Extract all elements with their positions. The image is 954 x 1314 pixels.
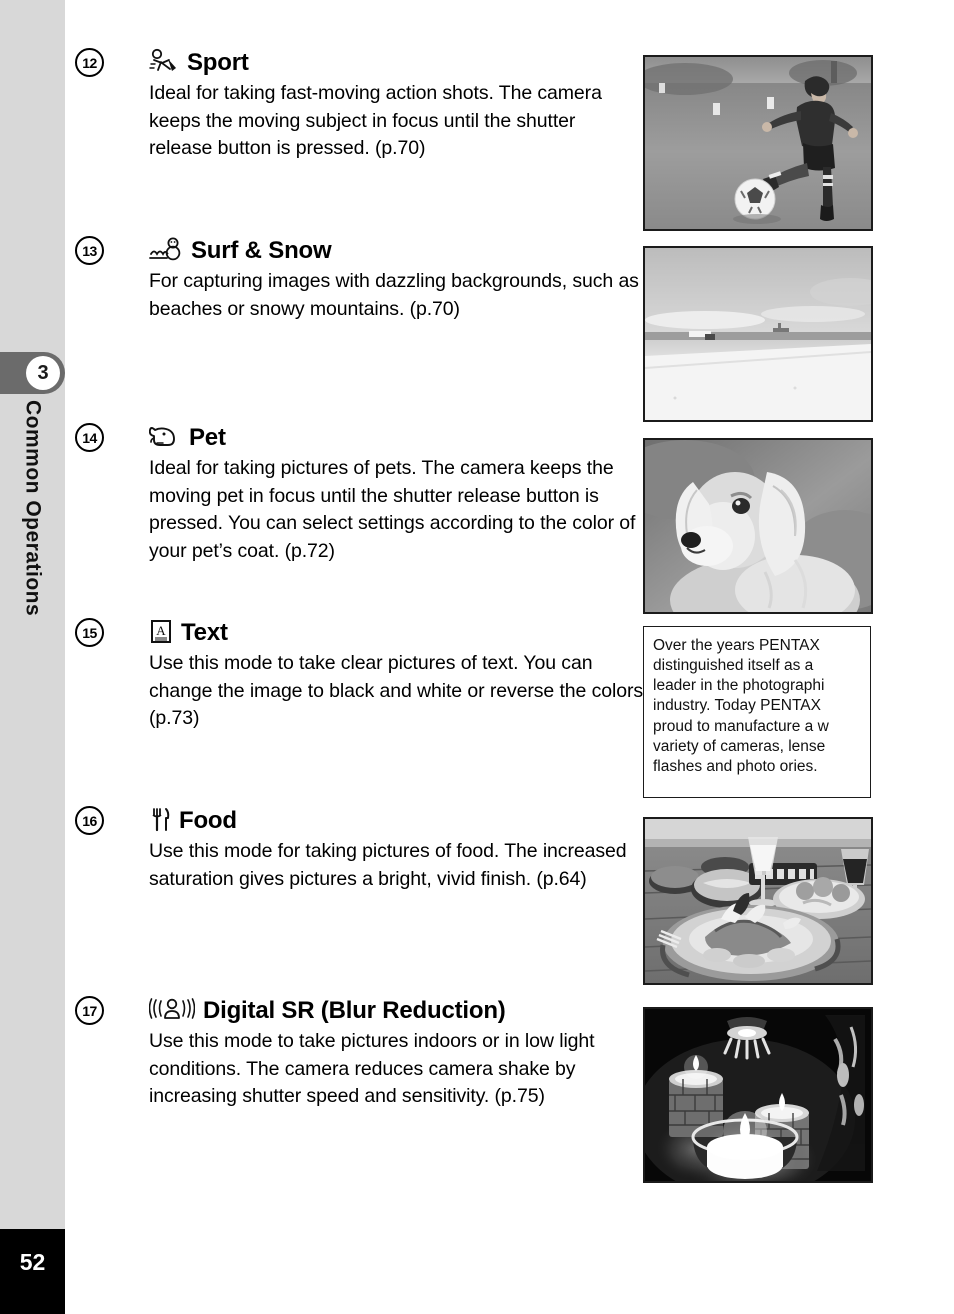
entry-title: Text	[181, 619, 228, 646]
entry-title: Surf & Snow	[191, 237, 332, 264]
entry-heading: Pet	[148, 423, 649, 454]
blur-reduction-person-icon	[148, 996, 196, 1027]
entry-heading: Sport	[149, 48, 639, 78]
fork-knife-icon	[149, 806, 171, 837]
entry-description: Ideal for taking fast-moving action shot…	[149, 82, 602, 160]
entry-body: Food Use this mode for taking pictures o…	[149, 806, 639, 893]
entry-description: Use this mode to take pictures indoors o…	[149, 1030, 595, 1108]
entry-heading: Surf & Snow	[149, 236, 639, 266]
entry-body: Surf & Snow For capturing images with da…	[149, 236, 639, 323]
photo-food	[643, 817, 873, 985]
entry-number: 15	[75, 618, 104, 647]
photo-text-sample: Over the years PENTAX distinguished itsel…	[643, 626, 871, 798]
entry-description: Ideal for taking pictures of pets. The c…	[149, 457, 636, 563]
entry-heading: A Text	[149, 618, 649, 648]
chapter-tab: 3	[0, 352, 65, 394]
photo-surf-snow	[643, 246, 873, 422]
entry-title: Sport	[187, 49, 249, 76]
entry-number: 17	[75, 996, 104, 1025]
entry-heading: Food	[149, 806, 639, 836]
entry-title: Digital SR (Blur Reduction)	[203, 997, 506, 1024]
text-sample-line: industry. Today PENTAX	[653, 697, 821, 715]
entry-description: Use this mode to take clear pictures of …	[149, 652, 649, 730]
entry-body: A Text Use this mode to take clear pictu…	[149, 618, 649, 733]
entry-description: Use this mode for taking pictures of foo…	[149, 840, 627, 890]
entry-number: 12	[75, 48, 104, 77]
chapter-sidebar: 3 Common Operations 52	[0, 0, 65, 1314]
photo-sport	[643, 55, 873, 231]
page-number: 52	[19, 1249, 46, 1275]
running-person-icon	[149, 48, 179, 79]
photo-digital-sr	[643, 1007, 873, 1183]
chapter-title: Common Operations	[0, 400, 65, 820]
entry-heading: Digital SR (Blur Reduction)	[148, 996, 659, 1027]
text-sample-line: variety of cameras, lense	[653, 737, 826, 755]
snowman-wave-icon	[149, 236, 183, 267]
page-number-block: 52	[0, 1229, 65, 1314]
text-sample-lines: Over the years PENTAX distinguished itsel…	[653, 636, 870, 777]
entry-title: Food	[179, 807, 237, 834]
text-sample-line: leader in the photographi	[653, 677, 825, 695]
text-sample-line: flashes and photo ories.	[653, 757, 818, 775]
entry-body: Sport Ideal for taking fast-moving actio…	[149, 48, 639, 163]
text-sample-line: proud to manufacture a w	[653, 717, 829, 735]
entry-body: Digital SR (Blur Reduction) Use this mod…	[148, 996, 659, 1111]
text-sample-line: Over the years PENTAX	[653, 637, 820, 654]
svg-text:A: A	[156, 623, 166, 638]
text-sample-line: distinguished itself as a	[653, 657, 814, 675]
chapter-title-label: Common Operations	[21, 400, 45, 617]
entry-number: 16	[75, 806, 104, 835]
entry-description: For capturing images with dazzling backg…	[149, 270, 639, 320]
text-document-icon: A	[149, 618, 173, 649]
page-content: 12 Sport Ideal for taking fast-moving ac…	[65, 0, 954, 1314]
entry-number: 13	[75, 236, 104, 265]
entry-title: Pet	[189, 424, 226, 451]
photo-pet	[643, 438, 873, 614]
dog-head-icon	[148, 423, 181, 454]
chapter-number-badge: 3	[26, 356, 60, 390]
entry-body: Pet Ideal for taking pictures of pets. T…	[148, 423, 649, 566]
entry-number: 14	[75, 423, 104, 452]
